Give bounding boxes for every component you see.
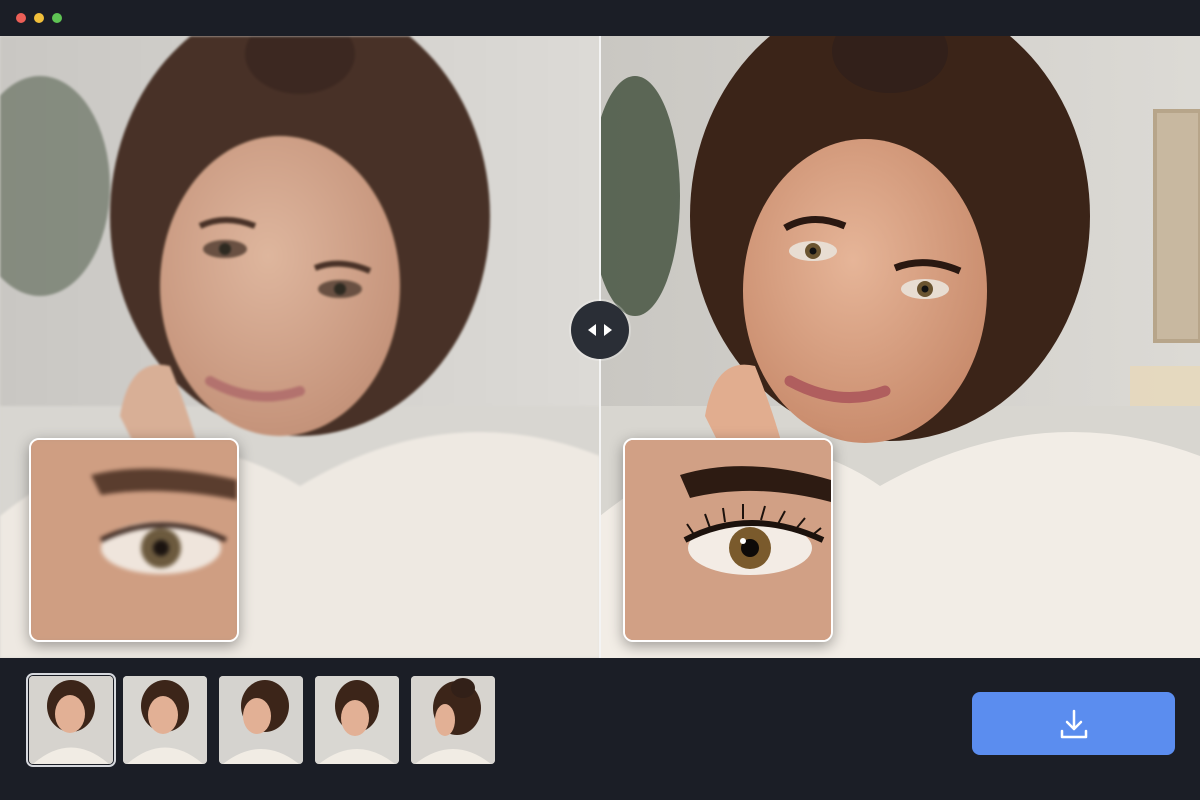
download-icon	[1060, 709, 1087, 738]
minimize-window-button[interactable]	[34, 13, 44, 23]
left-arrow-icon	[588, 324, 596, 336]
after-zoom-inset	[623, 438, 833, 642]
thumbnail-3[interactable]	[219, 676, 303, 764]
thumbnail-2[interactable]	[123, 676, 207, 764]
thumbnail-4[interactable]	[315, 676, 399, 764]
thumbnail-1[interactable]	[26, 673, 116, 767]
comparison-slider-handle[interactable]	[571, 301, 629, 359]
right-arrow-icon	[604, 324, 612, 336]
thumbnail-5[interactable]	[411, 676, 495, 764]
before-zoom-inset	[29, 438, 239, 642]
maximize-window-button[interactable]	[52, 13, 62, 23]
title-bar	[0, 0, 1200, 36]
download-button[interactable]	[972, 692, 1175, 755]
close-window-button[interactable]	[16, 13, 26, 23]
